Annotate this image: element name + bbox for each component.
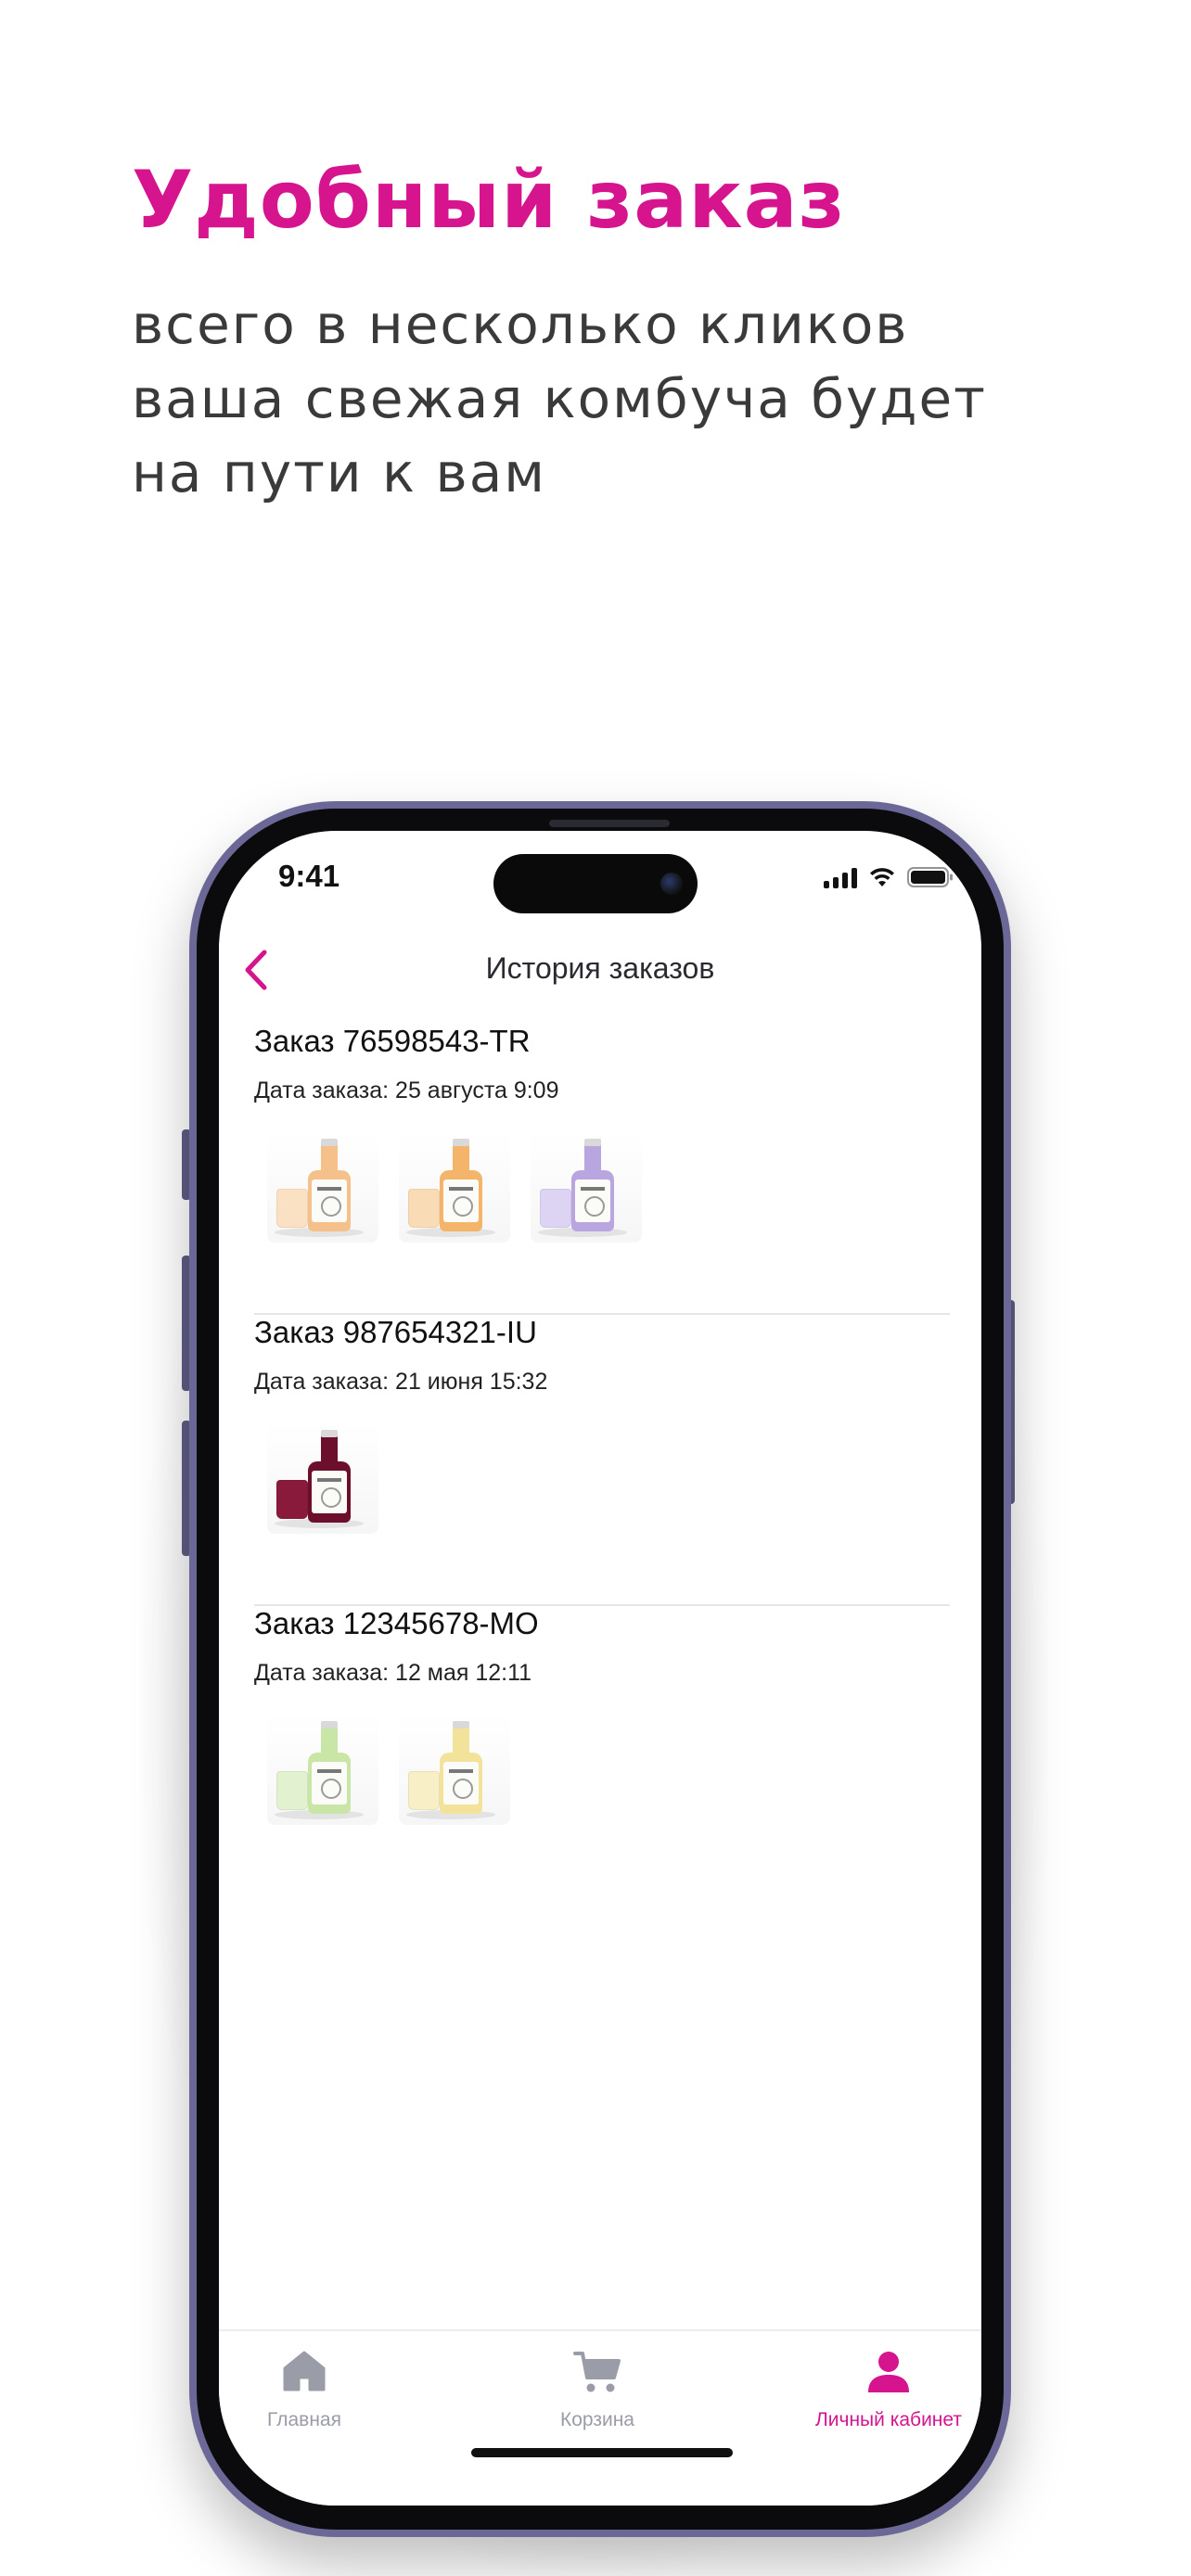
user-icon — [865, 2350, 912, 2399]
bottle-cap — [453, 1139, 469, 1146]
glass-icon — [276, 1480, 308, 1519]
bottle-label — [443, 1180, 479, 1222]
glass-icon — [540, 1189, 571, 1228]
tab-bar: Главная Корзина Личный кабинет — [219, 2329, 981, 2506]
camera-icon — [660, 873, 683, 895]
promo-subtitle-line: ваша свежая комбуча будет — [132, 367, 987, 430]
tab-profile[interactable]: Личный кабинет — [803, 2331, 974, 2433]
dynamic-island — [493, 854, 698, 913]
tab-label: Корзина — [560, 2409, 634, 2430]
tab-label: Личный кабинет — [815, 2409, 962, 2430]
bottle-neck — [321, 1142, 338, 1172]
speaker-grille — [549, 820, 670, 827]
promo-subtitle-line: всего в несколько кликов — [132, 293, 909, 356]
tab-label: Главная — [267, 2409, 341, 2430]
battery-icon — [907, 867, 953, 887]
home-icon — [282, 2350, 327, 2397]
glass-icon — [408, 1189, 440, 1228]
promo-subtitle-line: на пути к вам — [132, 441, 547, 504]
bottle-label — [312, 1762, 347, 1804]
product-thumbnail[interactable] — [267, 1422, 378, 1534]
product-thumbnail[interactable] — [267, 1714, 378, 1825]
bottle-cap — [453, 1721, 469, 1728]
page-title: История заказов — [485, 951, 715, 985]
cellular-signal-icon — [824, 868, 857, 888]
home-indicator — [471, 2448, 733, 2457]
product-thumbnail[interactable] — [531, 1131, 642, 1243]
glass-icon — [408, 1771, 440, 1810]
bottle-cap — [584, 1139, 601, 1146]
order-number: Заказ 76598543-TR — [254, 1024, 531, 1058]
bottle-cap — [321, 1430, 338, 1437]
bottle-label — [312, 1471, 347, 1513]
order-items — [267, 1131, 642, 1243]
order-card[interactable]: Заказ 76598543-TR Дата заказа: 25 август… — [254, 1024, 950, 1315]
bottle-label — [575, 1180, 610, 1222]
bottle-cap — [321, 1721, 338, 1728]
bottle-neck — [453, 1725, 469, 1754]
order-number: Заказ 987654321-IU — [254, 1315, 537, 1349]
product-thumbnail[interactable] — [399, 1714, 510, 1825]
navigation-header: История заказов — [219, 935, 981, 1005]
glass-icon — [276, 1189, 308, 1228]
bottle-neck — [321, 1725, 338, 1754]
order-card[interactable]: Заказ 987654321-IU Дата заказа: 21 июня … — [254, 1315, 950, 1606]
bottle-cap — [321, 1139, 338, 1146]
tab-home[interactable]: Главная — [239, 2331, 369, 2433]
promo-subtitle: всего в несколько кликов ваша свежая ком… — [132, 287, 1152, 510]
bottle-neck — [321, 1434, 338, 1463]
status-time: 9:41 — [278, 859, 340, 893]
bottle-neck — [453, 1142, 469, 1172]
bottle-neck — [584, 1142, 601, 1172]
phone-screen: 9:41 История заказов Заказ 76598543-TR Д… — [219, 831, 981, 2506]
order-date: Дата заказа: 25 августа 9:09 — [254, 1078, 559, 1103]
order-items — [267, 1714, 510, 1825]
bottle-label — [312, 1180, 347, 1222]
cart-icon — [573, 2350, 621, 2399]
order-date: Дата заказа: 12 мая 12:11 — [254, 1660, 532, 1686]
product-thumbnail[interactable] — [267, 1131, 378, 1243]
bottle-label — [443, 1762, 479, 1804]
status-icons — [824, 864, 954, 888]
tab-cart[interactable]: Корзина — [532, 2331, 662, 2433]
order-items — [267, 1422, 378, 1534]
order-list: Заказ 76598543-TR Дата заказа: 25 август… — [254, 1024, 950, 1897]
order-date: Дата заказа: 21 июня 15:32 — [254, 1369, 548, 1395]
status-bar: 9:41 — [219, 831, 981, 920]
glass-icon — [276, 1771, 308, 1810]
promo-title: Удобный заказ — [132, 154, 846, 247]
wifi-icon — [870, 868, 894, 886]
order-number: Заказ 12345678-MO — [254, 1606, 539, 1640]
product-thumbnail[interactable] — [399, 1131, 510, 1243]
order-card[interactable]: Заказ 12345678-MO Дата заказа: 12 мая 12… — [254, 1606, 950, 1897]
